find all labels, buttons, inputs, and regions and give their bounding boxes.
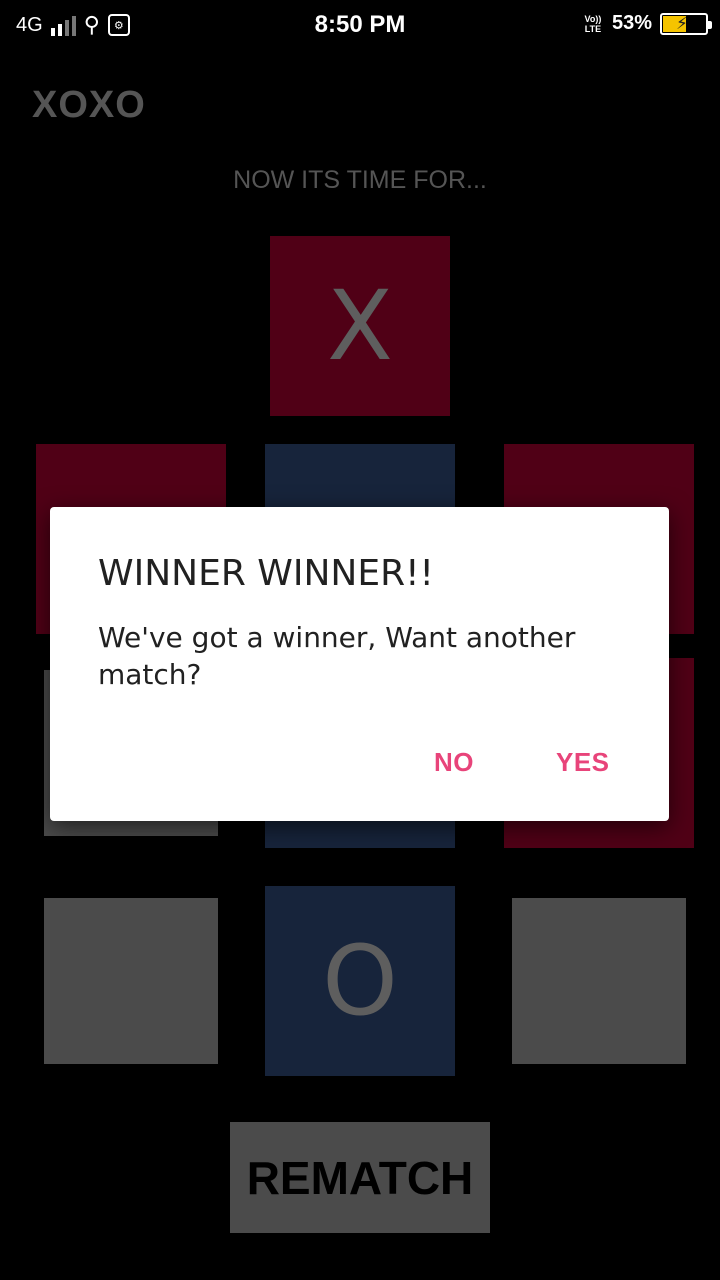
app-title: XOXO xyxy=(32,84,146,126)
board-cell[interactable]: O xyxy=(265,886,455,1076)
status-bar: 4G ⚲ ⚙ 8:50 PM Vo)) LTE 53% ⚡ xyxy=(0,0,720,50)
board-cell[interactable] xyxy=(44,898,218,1064)
volte-icon: Vo)) LTE xyxy=(584,13,602,34)
dialog-message: We've got a winner, Want another match? xyxy=(98,621,576,691)
battery-percent: 53% xyxy=(611,12,652,34)
rematch-button[interactable]: REMATCH xyxy=(230,1122,490,1233)
board-cell[interactable] xyxy=(512,898,686,1064)
winner-dialog: WINNER WINNER!! We've got a winner, Want… xyxy=(50,507,669,821)
board-cell[interactable]: X xyxy=(270,236,450,416)
no-button[interactable]: NO xyxy=(434,747,474,778)
yes-button[interactable]: YES xyxy=(556,747,610,778)
dialog-title: WINNER WINNER!! xyxy=(98,553,434,594)
turn-indicator: NOW ITS TIME FOR... xyxy=(233,166,487,194)
battery-icon: ⚡ xyxy=(660,12,712,35)
